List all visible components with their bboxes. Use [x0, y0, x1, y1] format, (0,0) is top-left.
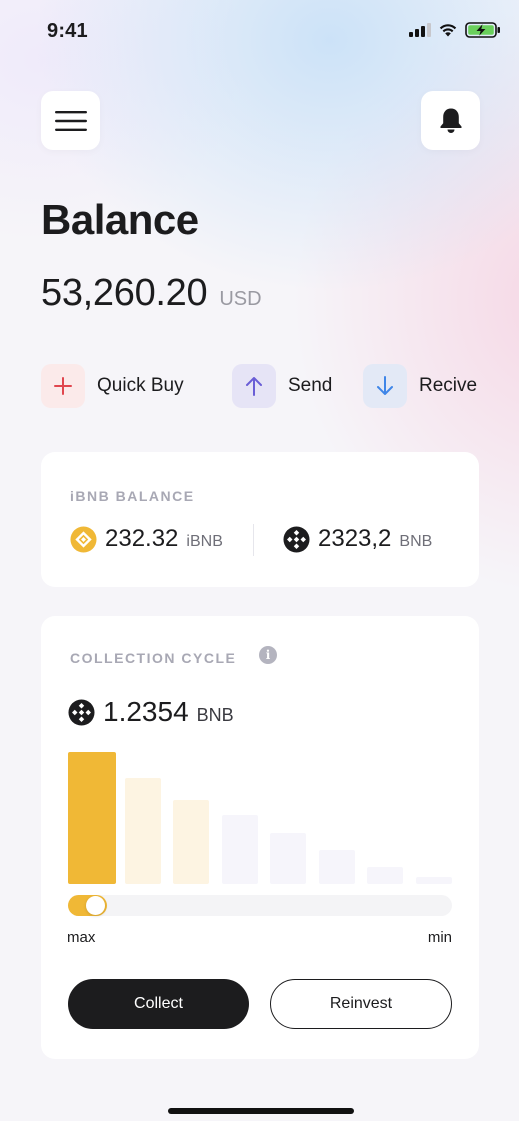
collection-cycle-card: COLLECTION CYCLE i 1.2354 BNB max min Co…	[41, 616, 479, 1059]
quick-buy-label: Quick Buy	[97, 374, 184, 396]
cycle-amount-value: 1.2354	[103, 696, 189, 727]
chart-bar	[68, 752, 116, 884]
status-icons	[409, 22, 501, 38]
ibnb-balance-label: iBNB BALANCE	[70, 488, 195, 504]
reinvest-button[interactable]: Reinvest	[270, 979, 452, 1029]
send-label: Send	[288, 374, 333, 396]
ibnb-balance-card: iBNB BALANCE 232.32 iBNB 2323,2 BNB	[41, 452, 479, 587]
slider-max-label: max	[67, 929, 96, 946]
notifications-button[interactable]	[421, 91, 480, 150]
bnb-value: 2323,2	[318, 525, 392, 552]
chart-bar	[415, 877, 452, 884]
wifi-icon	[439, 24, 457, 37]
status-time: 9:41	[47, 20, 88, 42]
bnb-balance: 2323,2 BNB	[283, 525, 432, 553]
send-button[interactable]: Send	[232, 363, 332, 408]
status-bar: 9:41	[0, 0, 519, 64]
balance-total: 53,260.20 USD	[41, 272, 262, 315]
ibnb-unit: iBNB	[186, 533, 223, 550]
slider-handle[interactable]	[86, 896, 105, 915]
menu-button[interactable]	[41, 91, 100, 150]
chart-bar	[173, 800, 209, 884]
ibnb-coin-icon	[70, 525, 97, 553]
balance-amount: 53,260.20	[41, 272, 208, 314]
hamburger-menu-icon	[54, 110, 87, 131]
chart-bar	[124, 778, 161, 884]
quick-buy-button[interactable]: Quick Buy	[41, 363, 184, 408]
chart-bar	[221, 815, 258, 884]
collection-cycle-label: COLLECTION CYCLE	[70, 650, 237, 666]
chart-bar	[270, 833, 306, 884]
ibnb-value: 232.32	[105, 525, 179, 552]
arrow-down-icon	[363, 363, 407, 408]
slider-min-label: min	[427, 929, 452, 946]
bnb-coin-icon	[283, 525, 310, 553]
balance-currency: USD	[219, 288, 262, 310]
cycle-bar-chart	[68, 746, 454, 884]
bnb-unit: BNB	[399, 533, 433, 550]
receive-label: Recive	[419, 374, 478, 396]
page-title: Balance	[41, 196, 199, 243]
cellular-signal-icon	[409, 23, 431, 37]
ibnb-balance: 232.32 iBNB	[70, 525, 223, 553]
quick-actions: Quick Buy Send Recive	[41, 363, 481, 409]
arrow-up-icon	[232, 363, 276, 408]
collect-button[interactable]: Collect	[68, 979, 249, 1029]
bnb-coin-icon	[68, 698, 95, 726]
info-icon[interactable]: i	[259, 646, 277, 664]
plus-icon	[41, 363, 85, 408]
cycle-amount-unit: BNB	[196, 705, 234, 725]
bell-icon	[440, 108, 461, 133]
home-indicator	[168, 1108, 354, 1114]
divider	[253, 524, 254, 556]
battery-charging-icon	[465, 22, 500, 38]
receive-button[interactable]: Recive	[363, 363, 477, 408]
chart-bar	[318, 850, 355, 884]
cycle-amount: 1.2354 BNB	[68, 696, 234, 728]
chart-bar	[367, 867, 403, 884]
cycle-slider[interactable]	[68, 895, 452, 916]
